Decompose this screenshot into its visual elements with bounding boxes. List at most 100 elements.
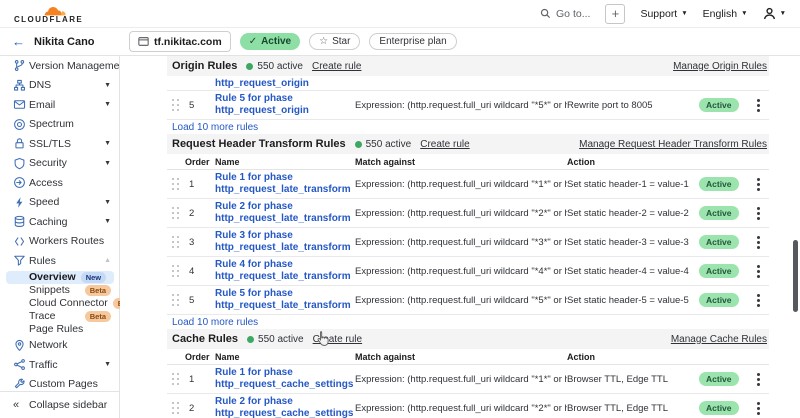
rule-action: Set static header-2 = value-2	[567, 208, 699, 219]
status-cell: Active	[699, 372, 747, 386]
cloudflare-logo[interactable]: CLOUDFLARE	[14, 4, 83, 24]
load-more-rules-link[interactable]: Load 10 more rules	[167, 315, 769, 329]
drag-handle[interactable]	[167, 286, 185, 314]
sidebar-item-workers-routes[interactable]: Workers Routes	[0, 232, 119, 252]
rule-menu-button[interactable]	[747, 91, 769, 119]
language-label: English	[703, 8, 737, 20]
network-icon	[13, 79, 26, 92]
drag-handle[interactable]	[167, 394, 185, 418]
status-badge: Active	[699, 264, 739, 278]
account-breadcrumb[interactable]: ← Nikita Cano	[0, 35, 121, 48]
sidebar-item-rules[interactable]: Rules▲	[0, 251, 119, 271]
sidebar-item-traffic[interactable]: Traffic▼	[0, 355, 119, 375]
status-dot-icon	[355, 141, 362, 148]
sidebar-item-caching[interactable]: Caching▼	[0, 212, 119, 232]
rule-menu-button[interactable]	[747, 199, 769, 227]
rule-name-line1: Rule 2 for phase	[215, 396, 355, 409]
rule-name-link[interactable]: Rule 2 for phasehttp_request_late_transf…	[215, 201, 355, 226]
drag-handle[interactable]	[167, 228, 185, 256]
rule-name-line2: http_request_late_transform	[215, 300, 355, 313]
load-more-rules-link[interactable]: Load 10 more rules	[167, 120, 769, 134]
language-menu[interactable]: English ▼	[703, 8, 748, 20]
sidebar-item-speed[interactable]: Speed▼	[0, 193, 119, 213]
rule-name-line2: http_request_late_transform	[215, 184, 355, 197]
drag-handle[interactable]	[167, 257, 185, 285]
rule-name-link[interactable]: Rule 3 for phasehttp_request_late_transf…	[215, 230, 355, 255]
sidebar-item-label: Trace	[29, 310, 80, 322]
drag-handle[interactable]	[167, 170, 185, 198]
site-icon	[138, 36, 149, 47]
add-button[interactable]: +	[605, 4, 625, 24]
star-icon: ☆	[319, 36, 328, 47]
section-cache-rules: Cache Rules550 activeCreate ruleManage C…	[167, 329, 769, 418]
sidebar-item-trace[interactable]: Trace Beta	[0, 310, 119, 323]
rule-menu-button[interactable]	[747, 365, 769, 393]
rule-name-link[interactable]: Rule 2 for phasehttp_request_cache_setti…	[215, 396, 355, 418]
sidebar-item-network[interactable]: Network	[0, 336, 119, 356]
rule-name-link[interactable]: Rule 1 for phasehttp_request_cache_setti…	[215, 367, 355, 392]
rule-menu-button[interactable]	[747, 170, 769, 198]
star-button[interactable]: ☆ Star	[309, 33, 360, 50]
kebab-menu-icon	[757, 104, 760, 107]
rule-action: Set static header-3 = value-3	[567, 237, 699, 248]
rule-name-link[interactable]: Rule 5 for phasehttp_request_late_transf…	[215, 288, 355, 313]
back-arrow-icon[interactable]: ←	[12, 35, 25, 48]
sidebar-item-overview[interactable]: OverviewNew	[6, 271, 114, 285]
chevron-down-icon: ▼	[104, 160, 111, 167]
rule-name-link[interactable]: Rule 4 for phasehttp_request_late_transf…	[215, 259, 355, 284]
sidebar-item-page-rules[interactable]: Page Rules	[0, 323, 119, 336]
create-rule-link[interactable]: Create rule	[312, 61, 361, 72]
goto-label: Go to...	[556, 8, 590, 20]
manage-rules-link[interactable]: Manage Cache Rules	[671, 334, 767, 345]
badge-beta: Beta	[85, 285, 111, 296]
drag-handle[interactable]	[167, 199, 185, 227]
drag-dots-icon	[172, 178, 174, 180]
rule-name-link[interactable]: Rule 5 for phasehttp_request_origin	[215, 93, 355, 118]
rule-action: Set static header-4 = value-4	[567, 266, 699, 277]
sidebar-item-spectrum[interactable]: Spectrum	[0, 115, 119, 135]
kebab-menu-icon	[757, 241, 760, 244]
sidebar-item-cloud-connector[interactable]: Cloud ConnectorBeta	[0, 297, 119, 310]
drag-handle[interactable]	[167, 91, 185, 119]
drag-dots-icon	[172, 99, 174, 101]
support-menu[interactable]: Support ▼	[640, 8, 687, 20]
rule-name-link[interactable]: Rule 1 for phasehttp_request_late_transf…	[215, 172, 355, 197]
filter-icon	[13, 254, 26, 267]
chevron-down-icon: ▼	[741, 10, 747, 17]
rule-menu-button[interactable]	[747, 257, 769, 285]
chevron-down-icon: ▼	[104, 218, 111, 225]
sidebar-item-dns[interactable]: DNS▼	[0, 76, 119, 96]
sidebar-item-snippets[interactable]: SnippetsBeta	[0, 284, 119, 297]
sidebar-item-ssl-tls[interactable]: SSL/TLS▼	[0, 134, 119, 154]
sidebar-item-email[interactable]: Email▼	[0, 95, 119, 115]
rule-name-line1: Rule 4 for phase	[215, 259, 355, 272]
rule-name-link[interactable]: http_request_origin	[215, 78, 309, 90]
sidebar-item-version-management[interactable]: Version Management	[0, 56, 119, 76]
user-menu[interactable]: ▼	[763, 7, 786, 20]
drag-handle[interactable]	[167, 365, 185, 393]
rule-action: Set static header-5 = value-5	[567, 295, 699, 306]
create-rule-link[interactable]: Create rule	[313, 334, 362, 345]
goto-search[interactable]: Go to...	[540, 8, 590, 20]
rule-name-line1: Rule 1 for phase	[215, 172, 355, 185]
sidebar-item-label: Caching	[29, 216, 104, 228]
collapse-sidebar-button[interactable]: « Collapse sidebar	[0, 391, 119, 418]
sidebar-item-security[interactable]: Security▼	[0, 154, 119, 174]
rule-menu-button[interactable]	[747, 394, 769, 418]
col-order: Order	[185, 352, 215, 362]
badge-beta: Beta	[85, 311, 111, 322]
rule-order: 2	[185, 403, 215, 414]
domain-selector[interactable]: tf.nikitac.com	[129, 31, 231, 52]
status-cell: Active	[699, 235, 747, 249]
sidebar-item-access[interactable]: Access	[0, 173, 119, 193]
rule-row: 2Rule 2 for phasehttp_request_cache_sett…	[167, 394, 769, 418]
rule-menu-button[interactable]	[747, 286, 769, 314]
active-count-label: 550 active	[258, 334, 304, 345]
create-rule-link[interactable]: Create rule	[420, 139, 469, 150]
manage-rules-link[interactable]: Manage Origin Rules	[673, 61, 767, 72]
manage-rules-link[interactable]: Manage Request Header Transform Rules	[579, 139, 767, 150]
rule-menu-button[interactable]	[747, 228, 769, 256]
git-branch-icon	[13, 59, 26, 72]
scrollbar-thumb[interactable]	[793, 240, 798, 312]
status-cell: Active	[699, 264, 747, 278]
